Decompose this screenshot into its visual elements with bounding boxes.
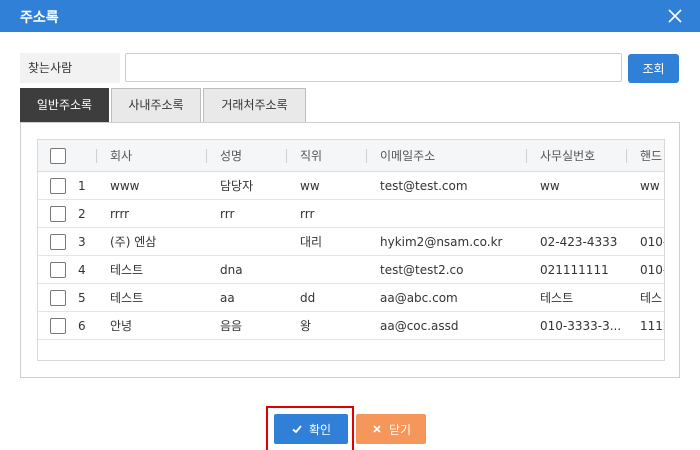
cell-position: dd xyxy=(300,291,316,305)
tab-company-addressbook[interactable]: 사내주소록 xyxy=(111,88,201,123)
row-number: 2 xyxy=(78,207,86,221)
cell-name: 담당자 xyxy=(220,179,254,193)
cell-mobile: ww xyxy=(640,179,660,193)
cell-name: 음음 xyxy=(220,319,243,333)
dialog-title: 주소록 xyxy=(20,10,59,26)
cell-name xyxy=(220,228,286,255)
cell-position xyxy=(300,256,366,283)
cell-office-phone: 021111111 xyxy=(540,263,609,277)
cell-office-phone: 010-3333-3... xyxy=(540,319,622,333)
cell-mobile: 010- xyxy=(640,263,665,277)
column-divider xyxy=(526,149,527,163)
cell-office-phone: 테스트 xyxy=(540,291,574,305)
cell-company: 안녕 xyxy=(110,319,133,333)
cell-position: rrr xyxy=(300,207,315,221)
cell-company: 테스트 xyxy=(110,263,144,277)
cell-company: rrrr xyxy=(110,207,130,221)
column-header-name[interactable]: 성명 xyxy=(220,140,290,171)
close-button[interactable]: 닫기 xyxy=(356,414,426,444)
close-icon[interactable] xyxy=(666,7,684,25)
grid-header: 회사 성명 직위 이메일주소 사무실번호 핸드 xyxy=(38,140,664,172)
column-divider xyxy=(286,149,287,163)
column-header-position[interactable]: 직위 xyxy=(300,140,370,171)
column-header-office-phone[interactable]: 사무실번호 xyxy=(540,140,630,171)
cell-company: 테스트 xyxy=(110,291,144,305)
cell-name: dna xyxy=(220,263,243,277)
row-number: 4 xyxy=(78,263,86,277)
select-all-checkbox[interactable] xyxy=(50,148,66,164)
cell-company: (주) 엔삼 xyxy=(110,235,157,249)
row-checkbox[interactable] xyxy=(50,234,66,250)
cell-office-phone xyxy=(540,200,626,227)
search-button[interactable]: 조회 xyxy=(628,54,679,83)
column-divider xyxy=(206,149,207,163)
row-number: 1 xyxy=(78,179,86,193)
cell-email: test@test2.co xyxy=(380,263,464,277)
confirm-button-label: 확인 xyxy=(308,422,332,437)
cell-email: aa@abc.com xyxy=(380,291,458,305)
row-checkbox[interactable] xyxy=(50,206,66,222)
table-row[interactable]: 6 안녕 음음 왕 aa@coc.assd 010-3333-3... 1112 xyxy=(38,312,664,340)
table-row[interactable]: 5 테스트 aa dd aa@abc.com 테스트 테스 xyxy=(38,284,664,312)
row-checkbox[interactable] xyxy=(50,178,66,194)
contact-grid: 회사 성명 직위 이메일주소 사무실번호 핸드 1 www 담당자 ww tes… xyxy=(37,139,665,361)
table-row[interactable]: 4 테스트 dna test@test2.co 021111111 010- xyxy=(38,256,665,284)
tab-general-addressbook[interactable]: 일반주소록 xyxy=(20,88,109,123)
cell-email: test@test.com xyxy=(380,179,468,193)
cell-email: aa@coc.assd xyxy=(380,319,459,333)
cell-office-phone: ww xyxy=(540,179,560,193)
column-header-mobile[interactable]: 핸드 xyxy=(640,140,664,171)
cell-position: 왕 xyxy=(300,319,312,333)
row-number: 5 xyxy=(78,291,86,305)
table-row[interactable]: 1 www 담당자 ww test@test.com ww ww xyxy=(38,172,664,200)
column-divider xyxy=(96,149,97,163)
search-input[interactable] xyxy=(125,53,622,82)
cell-email: hykim2@nsam.co.kr xyxy=(380,235,503,249)
column-header-company[interactable]: 회사 xyxy=(110,140,210,171)
check-icon xyxy=(292,425,302,434)
column-divider xyxy=(366,149,367,163)
addressbook-panel: 회사 성명 직위 이메일주소 사무실번호 핸드 1 www 담당자 ww tes… xyxy=(20,122,680,378)
search-label: 찾는사람 xyxy=(20,53,120,83)
row-checkbox[interactable] xyxy=(50,262,66,278)
row-checkbox[interactable] xyxy=(50,290,66,306)
cell-position: ww xyxy=(300,179,320,193)
dialog-titlebar: 주소록 xyxy=(0,0,700,32)
column-header-email[interactable]: 이메일주소 xyxy=(380,140,520,171)
close-x-icon xyxy=(373,425,381,433)
row-number: 6 xyxy=(78,319,86,333)
cell-office-phone: 02-423-4333 xyxy=(540,235,618,249)
tab-client-addressbook[interactable]: 거래처주소록 xyxy=(203,88,306,123)
table-row[interactable]: 2 rrrr rrr rrr xyxy=(38,200,664,228)
close-button-label: 닫기 xyxy=(388,422,412,437)
confirm-button[interactable]: 확인 xyxy=(274,414,348,444)
cell-company: www xyxy=(110,179,140,193)
cell-name: aa xyxy=(220,291,235,305)
cell-mobile xyxy=(640,200,664,227)
table-row[interactable]: 3 (주) 엔삼 대리 hykim2@nsam.co.kr 02-423-433… xyxy=(38,228,665,256)
cell-mobile: 1112 xyxy=(640,319,664,333)
cell-email xyxy=(380,200,526,227)
cell-mobile: 010- xyxy=(640,235,665,249)
cell-name: rrr xyxy=(220,207,235,221)
column-divider xyxy=(626,149,627,163)
cell-mobile: 테스 xyxy=(640,291,663,305)
row-checkbox[interactable] xyxy=(50,318,66,334)
cell-position: 대리 xyxy=(300,235,323,249)
row-number: 3 xyxy=(78,235,86,249)
